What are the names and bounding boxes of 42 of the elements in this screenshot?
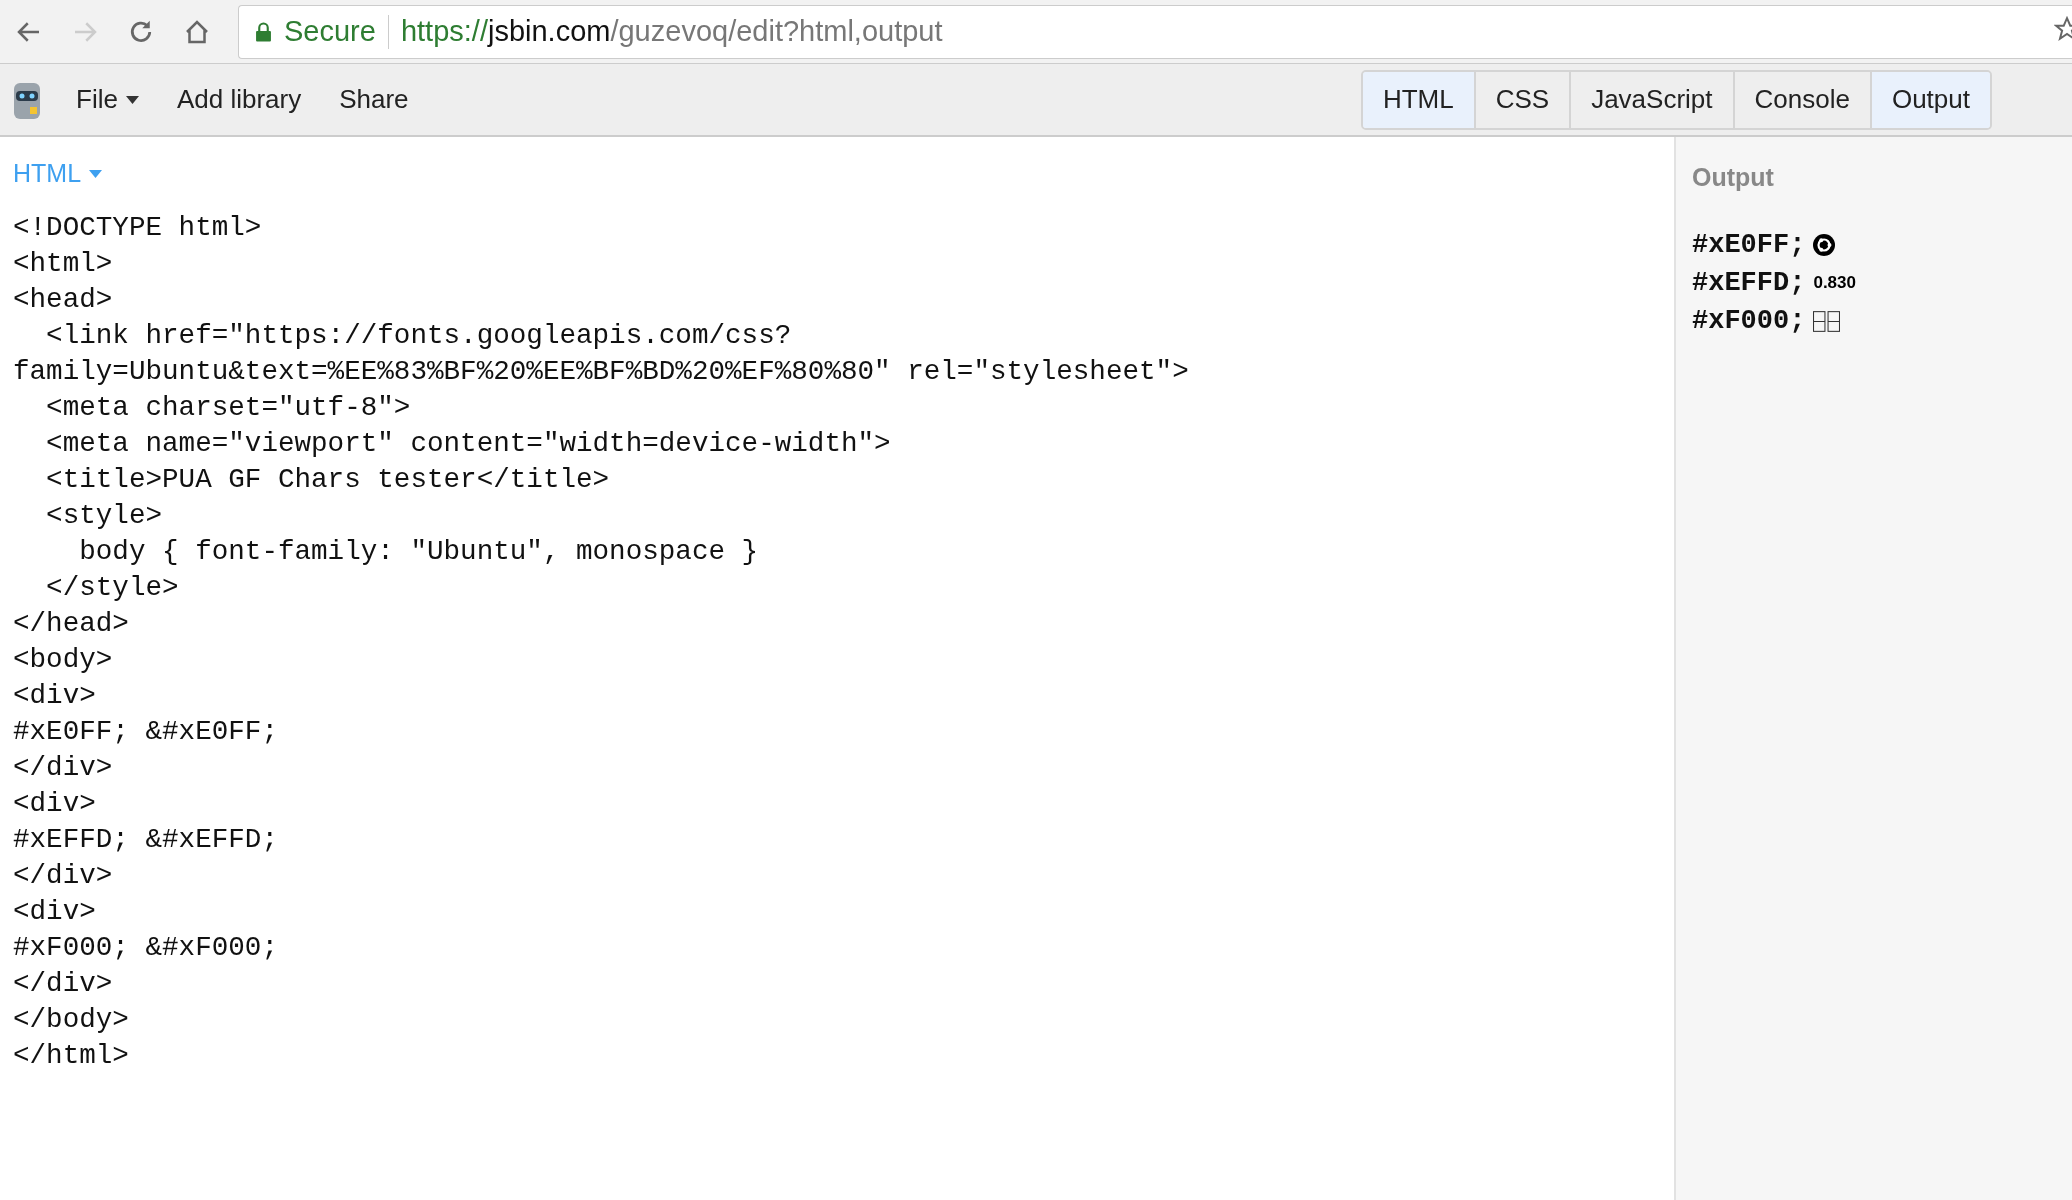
code-line: <html>	[13, 247, 114, 281]
code-line: <meta name="viewport" content="width=device-width">	[45, 427, 892, 461]
code-line: #xF000; &#xF000;	[13, 931, 279, 965]
code-line: <div>	[13, 679, 97, 713]
code-line: #xE0FF; &#xE0FF;	[13, 715, 279, 749]
code-line: </style>	[45, 571, 180, 605]
missing-glyph-icon	[1813, 310, 1841, 332]
lock-icon	[255, 21, 272, 42]
panel-tab[interactable]: HTML	[1362, 71, 1474, 128]
code-line: body { font-family: "Ubuntu", monospace }	[78, 535, 760, 569]
caret-icon	[125, 95, 139, 104]
output-text: #xF000;	[1692, 306, 1806, 336]
code-line: </head>	[13, 607, 130, 641]
url-text: https://jsbin.com/guzevoq/edit?html,output	[400, 15, 943, 48]
code-line: </body>	[13, 1003, 130, 1037]
code-line: #xEFFD; &#xEFFD;	[13, 823, 279, 857]
secure-label: Secure	[284, 15, 376, 48]
code-line: </div>	[13, 967, 114, 1001]
menu-button[interactable]: Share	[329, 80, 419, 119]
menu-button[interactable]: File	[66, 80, 149, 119]
code-line: <title>PUA GF Chars tester</title>	[45, 463, 611, 497]
output-text: #xEFFD;	[1692, 268, 1806, 298]
code-line: <head>	[13, 283, 114, 317]
circle-logo-icon	[1813, 234, 1836, 256]
code-line: </div>	[13, 751, 114, 785]
panel-title: Output	[1692, 163, 1775, 192]
panel-tab[interactable]: Output	[1869, 71, 1990, 128]
code-line: <!DOCTYPE html>	[13, 211, 263, 245]
code-line: <link href="https://fonts.googleapis.com/css?	[45, 319, 793, 353]
caret-icon	[89, 169, 103, 178]
code-line: <body>	[13, 643, 114, 677]
output-text: #xE0FF;	[1692, 230, 1806, 260]
code-line: <style>	[45, 499, 164, 533]
code-line: <div>	[13, 895, 97, 929]
code-line: </div>	[13, 859, 114, 893]
output-glyph-text: 0.830	[1813, 273, 1856, 293]
code-line: family=Ubuntu&text=%EE%83%BF%20%EE%BF%BD%20%EF%80%80" rel="stylesheet">	[13, 355, 1190, 389]
code-line: <meta charset="utf-8">	[45, 391, 412, 425]
code-line: </html>	[13, 1039, 130, 1073]
code-line: <div>	[13, 787, 97, 821]
address-bar[interactable]: Secure https://jsbin.com/guzevoq/edit?html,output	[238, 4, 2072, 59]
menu-button[interactable]: Add library	[166, 80, 312, 119]
